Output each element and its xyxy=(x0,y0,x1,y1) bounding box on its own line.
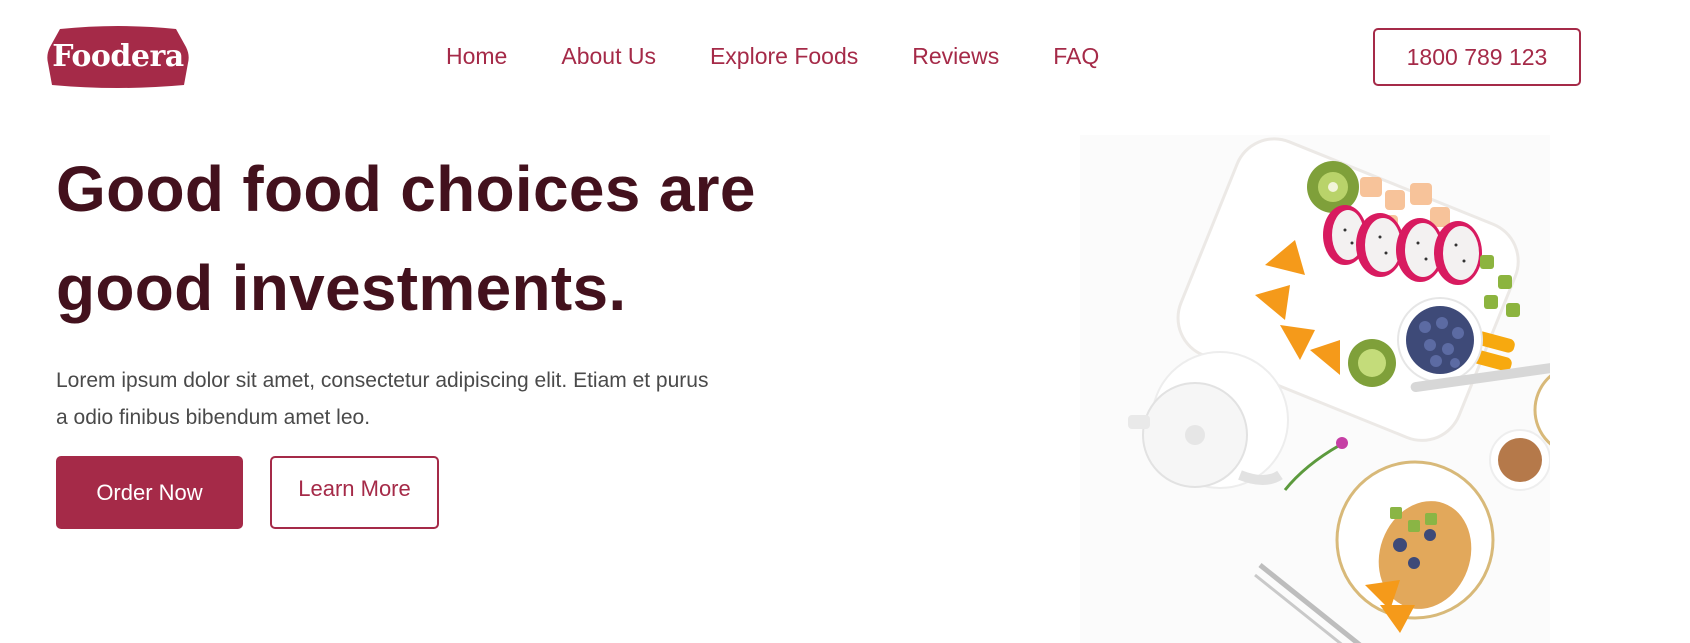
brand-logo[interactable]: Foodera xyxy=(38,25,198,89)
nav-item-home[interactable]: Home xyxy=(446,42,507,70)
hero-headline-line-1: Good food choices are xyxy=(56,153,756,225)
hero-lead-text: Lorem ipsum dolor sit amet, consectetur … xyxy=(56,362,796,436)
nav-item-explore-foods[interactable]: Explore Foods xyxy=(710,42,858,70)
brand-name: Foodera xyxy=(52,39,184,74)
order-now-button[interactable]: Order Now xyxy=(56,456,243,529)
nav-item-reviews[interactable]: Reviews xyxy=(912,42,999,70)
hero-lead-line-2: a odio finibus bibendum amet leo. xyxy=(56,406,371,429)
phone-button[interactable]: 1800 789 123 xyxy=(1373,28,1581,86)
hero-food-image xyxy=(1080,135,1564,643)
hero-headline-line-2: good investments. xyxy=(56,252,627,324)
nav-item-faq[interactable]: FAQ xyxy=(1053,42,1099,70)
main-nav: Home About Us Explore Foods Reviews FAQ xyxy=(446,42,1099,70)
nav-item-about-us[interactable]: About Us xyxy=(561,42,656,70)
hero-lead-line-1: Lorem ipsum dolor sit amet, consectetur … xyxy=(56,369,709,392)
learn-more-button[interactable]: Learn More xyxy=(270,456,439,529)
hero-headline: Good food choices are good investments. xyxy=(56,140,816,338)
